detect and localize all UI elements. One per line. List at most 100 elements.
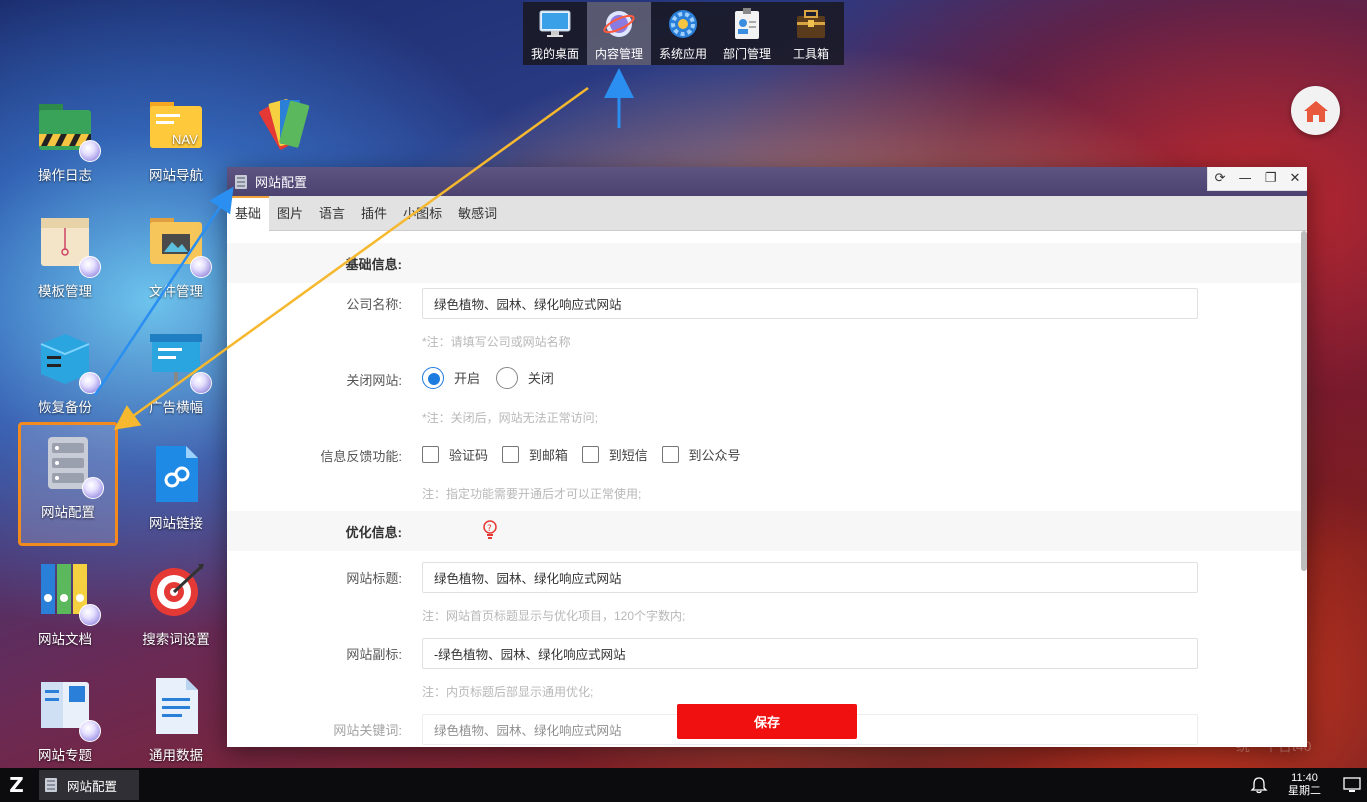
- desktop-icon-search-terms[interactable]: 搜索词设置: [126, 552, 226, 662]
- template-box-icon: [33, 210, 101, 278]
- seo-section: 优化信息: ?: [227, 511, 1301, 551]
- tab-plugins[interactable]: 插件: [353, 196, 395, 231]
- banner-icon: [144, 326, 212, 394]
- data-doc-icon: [144, 674, 208, 738]
- basic-info-section: 基础信息:: [227, 243, 1301, 283]
- globe-badge-icon: [82, 477, 104, 499]
- bell-icon[interactable]: [1250, 776, 1268, 794]
- monitor-icon: [537, 7, 573, 41]
- radio-open[interactable]: 开启: [422, 366, 480, 389]
- tab-basic[interactable]: 基础: [227, 195, 270, 231]
- globe-badge-icon: [190, 256, 212, 278]
- dock-item-department[interactable]: 部门管理: [715, 2, 779, 65]
- desktop-icon-site-config[interactable]: 网站配置: [18, 422, 118, 546]
- globe-badge-icon: [79, 372, 101, 394]
- dock-item-content-management[interactable]: 内容管理: [587, 2, 651, 65]
- desktop-icon-template[interactable]: 模板管理: [15, 204, 115, 314]
- toolbox-icon: [793, 7, 829, 41]
- radio-close-dot[interactable]: [495, 366, 518, 389]
- target-icon: [144, 558, 208, 622]
- site-title-hint: 注：网站首页标题显示与优化项目，120个字数内;: [422, 608, 686, 623]
- save-button[interactable]: 保存: [677, 704, 857, 739]
- taskbar-item-site-config[interactable]: 网站配置: [39, 770, 139, 800]
- topic-book-icon: [33, 674, 101, 742]
- dock-item-toolbox[interactable]: 工具箱: [779, 2, 843, 65]
- help-bulb-icon[interactable]: ?: [482, 519, 498, 543]
- company-name-hint: *注：请填写公司或网站名称: [422, 334, 571, 349]
- svg-text:NAV: NAV: [172, 132, 198, 147]
- clock: 11:40 星期二: [1288, 772, 1321, 797]
- tab-language[interactable]: 语言: [311, 196, 353, 231]
- restore-icon[interactable]: ❐: [1265, 171, 1277, 186]
- desktop-icon-site-docs[interactable]: 网站文档: [15, 552, 115, 662]
- desktop-icon-site-nav[interactable]: NAV 网站导航: [126, 88, 226, 198]
- watermark: 统一平台t40: [1236, 738, 1312, 754]
- checkbox-wechat[interactable]: 到公众号: [661, 445, 741, 464]
- radio-open-dot[interactable]: [422, 366, 444, 389]
- close-site-row: 关闭网站: 开启 关闭: [227, 359, 1301, 399]
- file-folder-icon: [144, 210, 212, 278]
- svg-text:?: ?: [487, 524, 492, 534]
- globe-badge-icon: [79, 604, 101, 626]
- globe-badge-icon: [190, 372, 212, 394]
- minimize-icon[interactable]: —: [1239, 171, 1252, 186]
- top-dock: 我的桌面 内容管理 系统应用 部门管理 工具箱: [523, 2, 844, 65]
- dock-item-my-desktop[interactable]: 我的桌面: [523, 2, 587, 65]
- server-icon: [235, 174, 247, 189]
- binders-icon: [33, 558, 101, 626]
- tab-images[interactable]: 图片: [269, 196, 311, 231]
- server-backup-icon: [33, 326, 101, 394]
- desktop-icon-file-management[interactable]: 文件管理: [126, 204, 226, 314]
- dock-item-system-apps[interactable]: 系统应用: [651, 2, 715, 65]
- id-card-icon: [729, 7, 765, 41]
- radio-close[interactable]: 关闭: [495, 366, 554, 389]
- desktop-icon-partial[interactable]: [254, 92, 324, 162]
- site-title-input[interactable]: [422, 561, 1198, 593]
- company-name-row: 公司名称:: [227, 283, 1301, 323]
- window-titlebar[interactable]: 网站配置 ⟳ — ❐ ✕: [227, 167, 1307, 196]
- desktop-icon-operation-log[interactable]: 操作日志: [15, 88, 115, 198]
- desktop-icon-common-data[interactable]: 通用数据: [126, 668, 226, 778]
- subtitle-row: 网站副标:: [227, 633, 1301, 673]
- basic-info-heading: 基础信息:: [345, 256, 402, 272]
- desktop-icon-banner[interactable]: 广告横幅: [126, 320, 226, 430]
- globe-badge-icon: [79, 140, 101, 162]
- desktop-icon-site-topics[interactable]: 网站专题: [15, 668, 115, 778]
- checkbox-email[interactable]: 到邮箱: [501, 445, 568, 464]
- link-doc-icon: [144, 442, 208, 506]
- globe-badge-icon: [79, 256, 101, 278]
- globe-badge-icon: [79, 720, 101, 742]
- refresh-icon[interactable]: ⟳: [1215, 171, 1226, 186]
- globe-icon: [601, 7, 637, 41]
- feedback-hint: 注：指定功能需要开通后才可以正常使用;: [422, 486, 642, 501]
- close-icon[interactable]: ✕: [1290, 171, 1301, 186]
- nav-folder-icon: NAV: [144, 94, 208, 158]
- taskbar: Z 网站配置 11:40 星期二: [0, 768, 1367, 802]
- company-name-input[interactable]: [422, 287, 1198, 319]
- tab-bar: 基础 图片 语言 插件 小图标 敏感词: [227, 195, 1307, 231]
- seo-heading: 优化信息:: [345, 524, 402, 540]
- tab-sensitive-words[interactable]: 敏感词: [450, 196, 505, 231]
- tab-small-icons[interactable]: 小图标: [395, 196, 450, 231]
- site-title-row: 网站标题:: [227, 557, 1301, 597]
- desktop-icon-site-links[interactable]: 网站链接: [126, 436, 226, 546]
- window-title: 网站配置: [255, 175, 308, 190]
- gear-icon: [665, 7, 701, 41]
- color-cards-icon: [259, 99, 310, 150]
- home-icon: [1303, 100, 1328, 122]
- desktop-icon-restore-backup[interactable]: 恢复备份: [15, 320, 115, 430]
- site-config-window: 网站配置 ⟳ — ❐ ✕ 基础 图片 语言 插件 小图标 敏感词 基础信息: 公…: [227, 167, 1307, 747]
- home-button[interactable]: [1291, 86, 1340, 135]
- start-button[interactable]: Z: [0, 768, 33, 802]
- server-config-icon: [36, 431, 104, 499]
- checkbox-captcha[interactable]: 验证码: [422, 445, 488, 464]
- show-desktop-icon[interactable]: [1343, 777, 1361, 793]
- checkbox-sms[interactable]: 到短信: [581, 445, 648, 464]
- subtitle-input[interactable]: [422, 637, 1198, 669]
- form-content: 基础信息: 公司名称: *注：请填写公司或网站名称 关闭网站: 开启 关闭 *注…: [227, 231, 1301, 747]
- window-controls: ⟳ — ❐ ✕: [1207, 167, 1307, 191]
- close-site-hint: *注：关闭后，网站无法正常访问;: [422, 410, 599, 425]
- feedback-row: 信息反馈功能: 验证码 到邮箱 到短信 到公众号: [227, 435, 1301, 475]
- system-tray: 11:40 星期二: [1250, 768, 1367, 802]
- vertical-scrollbar[interactable]: [1301, 231, 1307, 571]
